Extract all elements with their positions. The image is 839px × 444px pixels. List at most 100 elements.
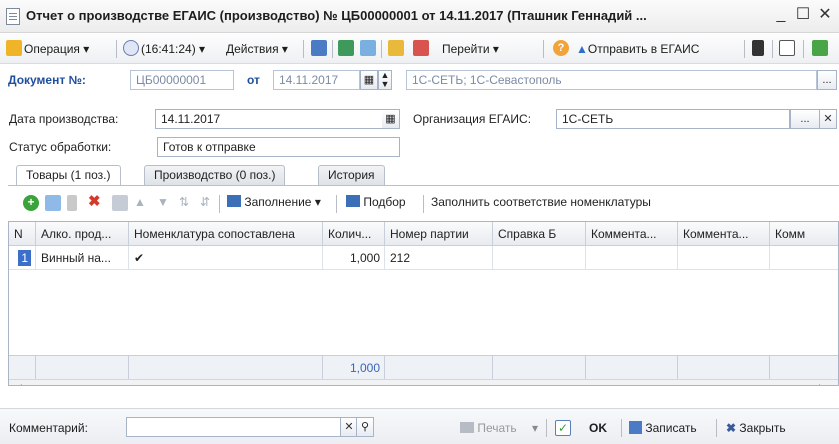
clear-icon: ✕	[823, 113, 833, 125]
clear-icon: ✕	[344, 421, 354, 433]
save-button[interactable]: Записать	[629, 419, 697, 437]
actions-menu[interactable]: Действия ▾	[226, 40, 288, 58]
fill-menu[interactable]: Заполнение ▾	[227, 192, 321, 212]
column-header[interactable]: N	[9, 222, 36, 246]
select-org-egais-button[interactable]: ...	[790, 109, 820, 129]
separator	[716, 419, 717, 437]
doc-number-field[interactable]: ЦБ00000001	[130, 70, 234, 90]
copy-icon[interactable]	[360, 40, 376, 56]
pick-button[interactable]: Подбор	[346, 192, 406, 212]
column-header[interactable]: Номер партии	[385, 222, 493, 246]
column-header[interactable]: Коммента...	[678, 222, 770, 246]
footer-cell	[678, 355, 770, 379]
match-nomenclature-button[interactable]: Заполнить соответствие номенклатуры	[431, 192, 651, 212]
time-menu[interactable]: (16:41:24) ▾	[141, 40, 205, 58]
scroll-left-icon[interactable]: ◀	[15, 382, 22, 385]
column-header[interactable]: Номенклатура сопоставлена	[129, 222, 323, 246]
post-check-icon[interactable]: ✓	[555, 420, 571, 436]
column-header[interactable]: Комм	[770, 222, 838, 246]
prod-date-field[interactable]: 14.11.2017	[155, 109, 384, 129]
comment-label: Комментарий:	[9, 421, 88, 435]
table-cell[interactable]: ✔	[129, 246, 323, 270]
sort-desc-icon[interactable]: ⇵	[200, 192, 210, 212]
org-egais-field[interactable]: 1С-СЕТЬ	[556, 109, 790, 129]
send-egais-button[interactable]: ▲Отправить в ЕГАИС	[576, 40, 699, 58]
operation-icon	[6, 40, 22, 56]
status-label: Статус обработки:	[9, 140, 112, 154]
excel-icon[interactable]	[812, 40, 828, 56]
minimize-button[interactable]: _	[773, 6, 789, 24]
separator	[621, 419, 622, 437]
move-up-icon[interactable]: ▲	[134, 192, 146, 212]
post-icon[interactable]	[311, 40, 327, 56]
delete-row-icon[interactable]: ✖	[88, 192, 101, 212]
horizontal-scrollbar[interactable]: ◀ ▶	[9, 379, 838, 385]
comment-field[interactable]	[126, 417, 341, 437]
main-toolbar: Операция ▾ (16:41:24) ▾ Действия ▾ Перей…	[0, 34, 839, 64]
arrow-up-icon: ▲	[576, 42, 588, 56]
fill-icon	[227, 195, 241, 207]
clock-icon	[123, 40, 139, 56]
select-organization-button[interactable]: ...	[817, 70, 837, 90]
org-egais-label: Организация ЕГАИС:	[413, 112, 532, 126]
column-header[interactable]: Коммента...	[586, 222, 678, 246]
table-cell[interactable]: 1	[9, 246, 36, 270]
maximize-button[interactable]: ☐	[795, 6, 811, 24]
title-bar: Отчет о производстве ЕГАИС (производство…	[0, 0, 839, 33]
footer-total: 1,000	[323, 355, 385, 379]
column-header[interactable]: Справка Б	[493, 222, 586, 246]
edit-row-icon[interactable]	[67, 195, 77, 211]
separator	[546, 419, 547, 437]
clear-org-egais-button[interactable]: ✕	[819, 109, 837, 129]
search-comment-button[interactable]: ⚲	[356, 417, 374, 437]
calendar-icon: ▦	[363, 74, 375, 86]
footer-cell	[385, 355, 493, 379]
separator	[772, 40, 773, 58]
prod-date-label: Дата производства:	[9, 112, 119, 126]
table-cell[interactable]: 212	[385, 246, 493, 270]
close-form-button[interactable]: ✖ Закрыть	[726, 419, 786, 437]
help-icon[interactable]: ?	[553, 40, 569, 56]
sort-asc-icon[interactable]: ⇅	[179, 192, 189, 212]
goto-menu[interactable]: Перейти ▾	[442, 40, 499, 58]
print-form-icon[interactable]	[413, 40, 429, 56]
ok-button[interactable]: OK	[589, 419, 607, 437]
table-cell[interactable]	[678, 246, 770, 270]
window-title: Отчет о производстве ЕГАИС (производство…	[26, 8, 647, 23]
tab-history[interactable]: История	[318, 165, 385, 185]
goods-table: N Алко. прод... Номенклатура сопоставлен…	[8, 221, 839, 386]
table-cell[interactable]: 1,000	[323, 246, 385, 270]
date-stepper[interactable]: ▲ ▼	[378, 70, 392, 90]
tab-goods[interactable]: Товары (1 поз.)	[16, 165, 121, 186]
doc-date-field[interactable]: 14.11.2017	[273, 70, 360, 90]
calendar-button[interactable]: ▦	[360, 70, 378, 90]
column-header[interactable]: Алко. прод...	[36, 222, 129, 246]
table-cell[interactable]: Винный на...	[36, 246, 129, 270]
copy-row-icon[interactable]	[45, 195, 61, 211]
move-down-icon[interactable]: ▼	[157, 192, 169, 212]
end-edit-icon[interactable]	[112, 195, 128, 211]
tab-production[interactable]: Производство (0 поз.)	[144, 165, 286, 185]
refresh-icon[interactable]	[338, 40, 354, 56]
structure-icon[interactable]	[388, 40, 404, 56]
pick-icon	[346, 195, 360, 207]
close-button[interactable]: ✕	[817, 6, 833, 24]
document-icon	[6, 8, 20, 25]
scroll-right-icon[interactable]: ▶	[819, 382, 826, 385]
list-icon[interactable]	[779, 40, 795, 56]
calendar-button[interactable]: ▦	[382, 109, 400, 129]
table-cell[interactable]	[586, 246, 678, 270]
separator	[423, 195, 424, 213]
footer-cell	[493, 355, 586, 379]
add-row-icon[interactable]: +	[23, 195, 39, 211]
footer-cell	[36, 355, 129, 379]
footer-cell	[129, 355, 323, 379]
print-button[interactable]: Печать	[460, 419, 517, 437]
tree-icon[interactable]	[752, 40, 764, 56]
operation-menu[interactable]: Операция ▾	[24, 40, 89, 58]
print-dropdown-icon[interactable]: ▾	[532, 419, 538, 437]
table-cell[interactable]	[770, 246, 838, 270]
organization-field[interactable]: 1С-СЕТЬ; 1С-Севастополь	[406, 70, 817, 90]
table-cell[interactable]	[493, 246, 586, 270]
column-header[interactable]: Колич...	[323, 222, 385, 246]
